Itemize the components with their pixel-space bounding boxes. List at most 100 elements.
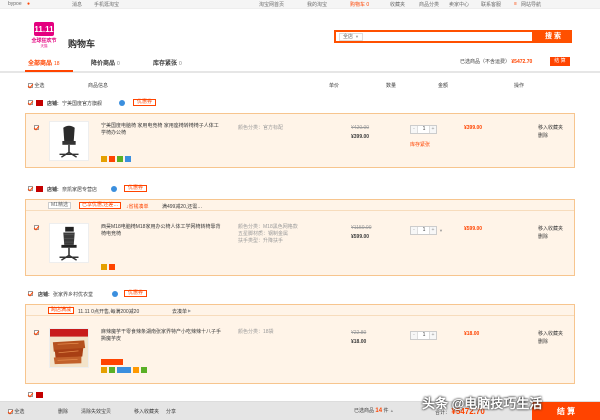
product-image[interactable]	[49, 223, 89, 263]
quantity-value[interactable]: 1	[419, 126, 429, 133]
chevron-right-icon[interactable]: ▶	[188, 308, 191, 313]
item-checkbox[interactable]	[34, 125, 39, 130]
delete-link[interactable]: 删除	[538, 133, 548, 139]
stock-warning: 库存紧张	[410, 142, 431, 148]
checkbox-icon[interactable]	[8, 409, 13, 415]
select-all-top[interactable]: 全选	[28, 82, 44, 89]
col-amount: 金额	[438, 83, 449, 89]
shop-checkbox[interactable]	[28, 291, 33, 296]
quantity-stepper[interactable]: - 1 +	[410, 331, 437, 340]
selected-count: 已选商品 14 件 ▲	[354, 407, 394, 414]
quantity-stepper[interactable]: - 1 +	[410, 226, 437, 235]
product-title-link[interactable]: 宁美国度电脑椅 家用电竞椅 家用座椅转椅椅子人体工学椅办公椅	[101, 123, 221, 137]
increase-button[interactable]: +	[429, 227, 436, 234]
nav-favorites[interactable]: 收藏夹	[390, 1, 405, 8]
quantity-value[interactable]: 1	[419, 227, 429, 234]
checkbox-icon[interactable]	[28, 83, 33, 89]
increase-button[interactable]: +	[429, 126, 436, 133]
col-select-all: 全选	[34, 83, 45, 89]
go-add-items-link[interactable]: 去凑单	[172, 308, 187, 315]
quantity-stepper[interactable]: - 1 +	[410, 125, 437, 134]
product-title-link[interactable]: 西昊M18电脑椅M18家用办公椅人体工学网椅转椅靠背椅电竞椅	[101, 224, 221, 238]
item-checkbox[interactable]	[34, 225, 39, 230]
select-all-label: 全选	[14, 409, 25, 415]
top-checkout-button[interactable]: 结 算	[550, 57, 570, 66]
product-service-icons	[101, 156, 133, 163]
share-button[interactable]: 分享	[166, 408, 176, 415]
move-to-favorites-link[interactable]: 移入收藏夹	[538, 125, 563, 131]
menu-icon[interactable]: ≡	[514, 1, 517, 7]
double11-logo-icon[interactable]: 11.11 全球狂欢节 天猫	[28, 22, 60, 48]
move-to-favorites-button[interactable]: 移入收藏夹	[134, 408, 159, 415]
col-unit-price: 单价	[329, 83, 340, 89]
tab-price-drop[interactable]: 降价商品 0	[91, 58, 120, 67]
nav-seller-center[interactable]: 卖家中心	[449, 1, 469, 8]
nav-site-map[interactable]: 网站导航	[521, 1, 541, 8]
selected-count-value: 14	[375, 408, 383, 414]
chevron-up-icon[interactable]: ▲	[390, 408, 394, 413]
item-checkbox[interactable]	[34, 330, 39, 335]
product-attrs: 颜色分类：M18黑色网格款 五星脚材质：钢制金属 扶手类型：升降扶手	[238, 224, 298, 245]
nav-cart[interactable]: 购物车 0	[350, 1, 369, 8]
deal-link[interactable]: ↓省钱凑单	[126, 203, 149, 210]
product-image[interactable]	[49, 121, 89, 161]
tab-all[interactable]: 全部商品 18	[28, 58, 60, 67]
tab-low-stock[interactable]: 库存紧张 0	[153, 58, 182, 67]
search-scope-select[interactable]: 全店 ▼	[339, 33, 363, 41]
product-attr: 颜色分类：官方标配	[238, 125, 284, 131]
move-to-favorites-link[interactable]: 移入收藏夹	[538, 226, 563, 232]
delete-selected-button[interactable]: 删除	[58, 408, 68, 415]
shop-items-box: M1精选 已享优惠,还差… ↓省钱凑单 满499减20,还需… 西昊M18电脑椅…	[25, 199, 575, 276]
user-name[interactable]: bypoe	[8, 1, 22, 7]
move-to-favorites-link[interactable]: 移入收藏夹	[538, 331, 563, 337]
col-product-info: 商品信息	[88, 83, 109, 89]
shop-name-link[interactable]: 宁美国度官方旗舰	[62, 100, 102, 107]
quantity-value[interactable]: 1	[419, 332, 429, 339]
decrease-button[interactable]: -	[411, 126, 418, 133]
coupon-button[interactable]: 优惠券	[124, 185, 148, 192]
decrease-button[interactable]: -	[411, 227, 418, 234]
nav-customer-service[interactable]: 联系客服	[481, 1, 501, 8]
wangwang-chat-icon[interactable]	[112, 291, 118, 297]
select-all-bottom[interactable]: 全选	[8, 408, 24, 415]
coupon-button[interactable]: 优惠券	[133, 99, 157, 106]
delete-link[interactable]: 删除	[538, 234, 548, 240]
nav-my-taobao[interactable]: 我的淘宝	[307, 1, 327, 8]
col-quantity: 数量	[386, 83, 397, 89]
shop-name-link[interactable]: 奈凯家居专营店	[62, 186, 97, 193]
shop-checkbox[interactable]	[28, 392, 33, 397]
search-input[interactable]: 全店 ▼	[334, 30, 534, 43]
clear-invalid-button[interactable]: 清除失效宝贝	[81, 408, 111, 415]
coupon-button[interactable]: 优惠券	[124, 290, 148, 297]
search-button[interactable]: 搜 索	[534, 30, 572, 43]
search-scope-label: 全店	[343, 34, 354, 40]
shop-name-link[interactable]: 张家界乡村优衣堂	[53, 291, 93, 298]
shop-label: 店铺:	[47, 187, 59, 193]
product-image[interactable]	[49, 328, 89, 368]
chevron-down-icon: ▼	[355, 34, 359, 39]
nav-messages[interactable]: 消息	[72, 1, 82, 8]
shop-checkbox[interactable]	[28, 100, 33, 105]
product-attrs: 颜色分类：官方标配	[238, 125, 283, 132]
tab-all-label: 全部商品	[28, 61, 53, 67]
wangwang-chat-icon[interactable]	[119, 100, 125, 106]
active-tab-indicator	[25, 70, 73, 72]
increase-button[interactable]: +	[429, 332, 436, 339]
selected-count-label: 已选商品	[354, 408, 375, 414]
deal-tag[interactable]: 已享优惠,还差…	[79, 202, 122, 209]
promotion-bar: 跨店满减 11.11 0点开售,每满200减20 去凑单 ▶	[26, 305, 574, 316]
tab-price-drop-label: 降价商品	[91, 61, 116, 67]
user-dropdown-icon[interactable]: ●	[27, 1, 30, 7]
logo-line-2: 全球狂欢节	[30, 37, 56, 44]
product-title-link[interactable]: 麻辣魔芋干零食辣条湖南张家界特产小吃辣辣十八子手撕魔芋皮	[101, 329, 221, 343]
delete-link[interactable]: 删除	[538, 339, 548, 345]
shop-items-box: 跨店满减 11.11 0点开售,每满200减20 去凑单 ▶ 麻辣魔芋干零食辣条…	[25, 304, 575, 384]
nav-mobile[interactable]: 手机逛淘宝	[94, 1, 119, 8]
decrease-button[interactable]: -	[411, 332, 418, 339]
nav-home[interactable]: 淘宝网首页	[259, 1, 284, 8]
nav-categories[interactable]: 商品分类	[419, 1, 439, 8]
chevron-down-icon[interactable]: ▼	[439, 228, 443, 233]
wangwang-chat-icon[interactable]	[111, 186, 117, 192]
selected-summary: 已选商品（不含运费） ¥5472.70	[460, 58, 532, 65]
shop-checkbox[interactable]	[28, 186, 33, 191]
